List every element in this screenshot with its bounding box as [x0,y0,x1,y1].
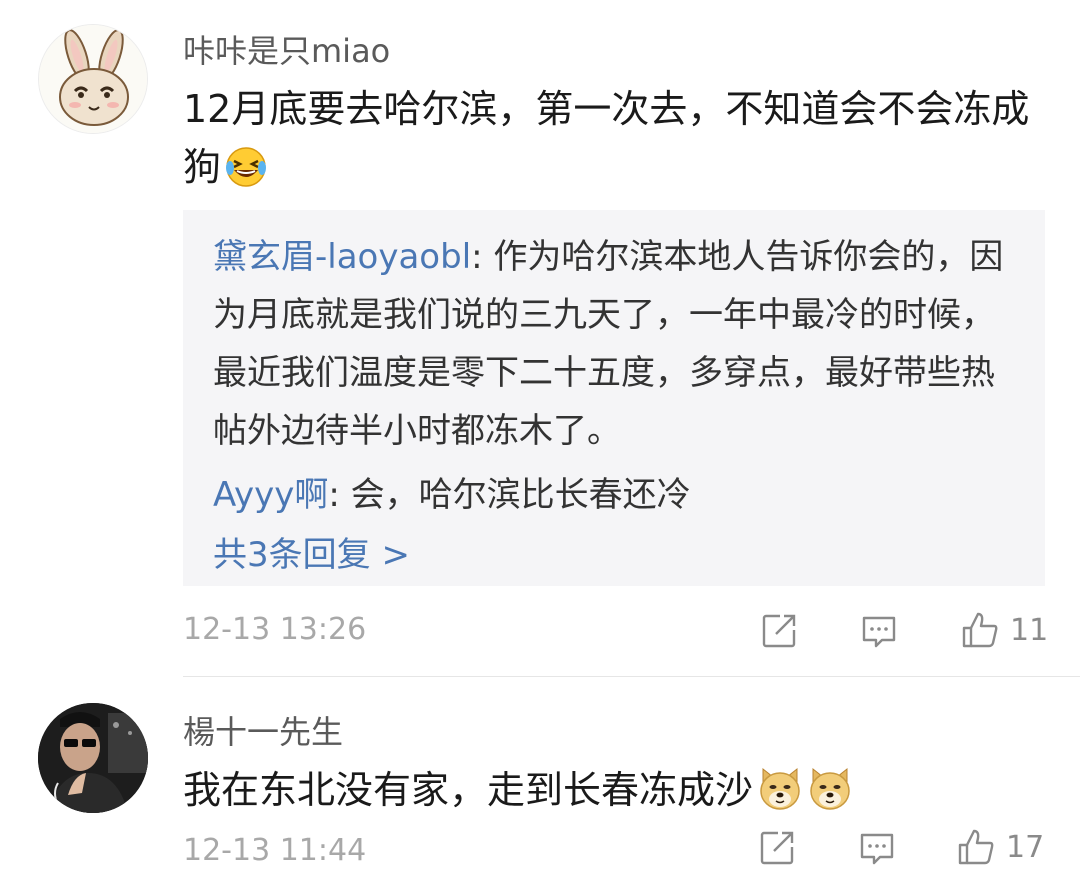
avatar[interactable] [38,703,148,813]
comment-feed: 咔咔是只miao 12月底要去哈尔滨，第一次去，不知道会不会冻成狗 黛玄眉-la… [0,0,1080,894]
reply-item: Ayyy啊: 会，哈尔滨比长春还冷 [213,466,1021,524]
like-button[interactable]: 11 [960,610,1048,650]
username[interactable]: 咔咔是只miao [183,26,390,72]
view-more-replies-link[interactable]: 共3条回复 > [213,526,1021,584]
avatar[interactable] [38,24,148,134]
person-avatar-icon [38,703,148,813]
thumbs-up-icon [962,612,998,648]
comment-icon [860,833,894,865]
timestamp: 12-13 13:26 [183,612,367,647]
reply-button[interactable] [858,829,896,867]
reply-item: 黛玄眉-laoyaobl: 作为哈尔滨本地人告诉你会的，因为月底就是我们说的三九… [213,228,1021,460]
doge-icon [757,765,803,827]
share-icon [762,614,796,648]
reply-text: 会，哈尔滨比长春还冷 [350,475,691,515]
like-count: 17 [1006,829,1045,865]
reply-author[interactable]: Ayyy啊 [213,475,328,515]
comment-item: 楊十一先生 我在东北没有家，走到长春冻成沙 12-13 11:44 17 [0,677,1080,894]
reply-button[interactable] [860,612,898,650]
comment-text: 12月底要去哈尔滨，第一次去，不知道会不会冻成狗 [183,80,1033,204]
doge-icon [807,765,853,827]
comment-icon [862,616,896,648]
reply-thread: 黛玄眉-laoyaobl: 作为哈尔滨本地人告诉你会的，因为月底就是我们说的三九… [183,210,1045,586]
forward-button[interactable] [760,612,798,650]
rabbit-avatar-icon [39,25,147,133]
share-icon [760,831,794,865]
comment-text-content: 12月底要去哈尔滨，第一次去，不知道会不会冻成狗 [183,87,1030,189]
username[interactable]: 楊十一先生 [183,707,343,753]
comment-text: 我在东北没有家，走到长春冻成沙 [183,761,1033,827]
forward-button[interactable] [758,829,796,867]
reply-separator: : [471,237,494,277]
laughing-tears-icon [225,146,267,204]
timestamp: 12-13 11:44 [183,833,367,868]
reply-author[interactable]: 黛玄眉-laoyaobl [213,237,471,277]
reply-separator: : [328,475,351,515]
like-count: 11 [1010,612,1049,648]
comment-item: 咔咔是只miao 12月底要去哈尔滨，第一次去，不知道会不会冻成狗 黛玄眉-la… [0,0,1080,676]
thumbs-up-icon [958,829,994,865]
comment-text-content: 我在东北没有家，走到长春冻成沙 [183,768,754,812]
like-button[interactable]: 17 [956,827,1044,867]
